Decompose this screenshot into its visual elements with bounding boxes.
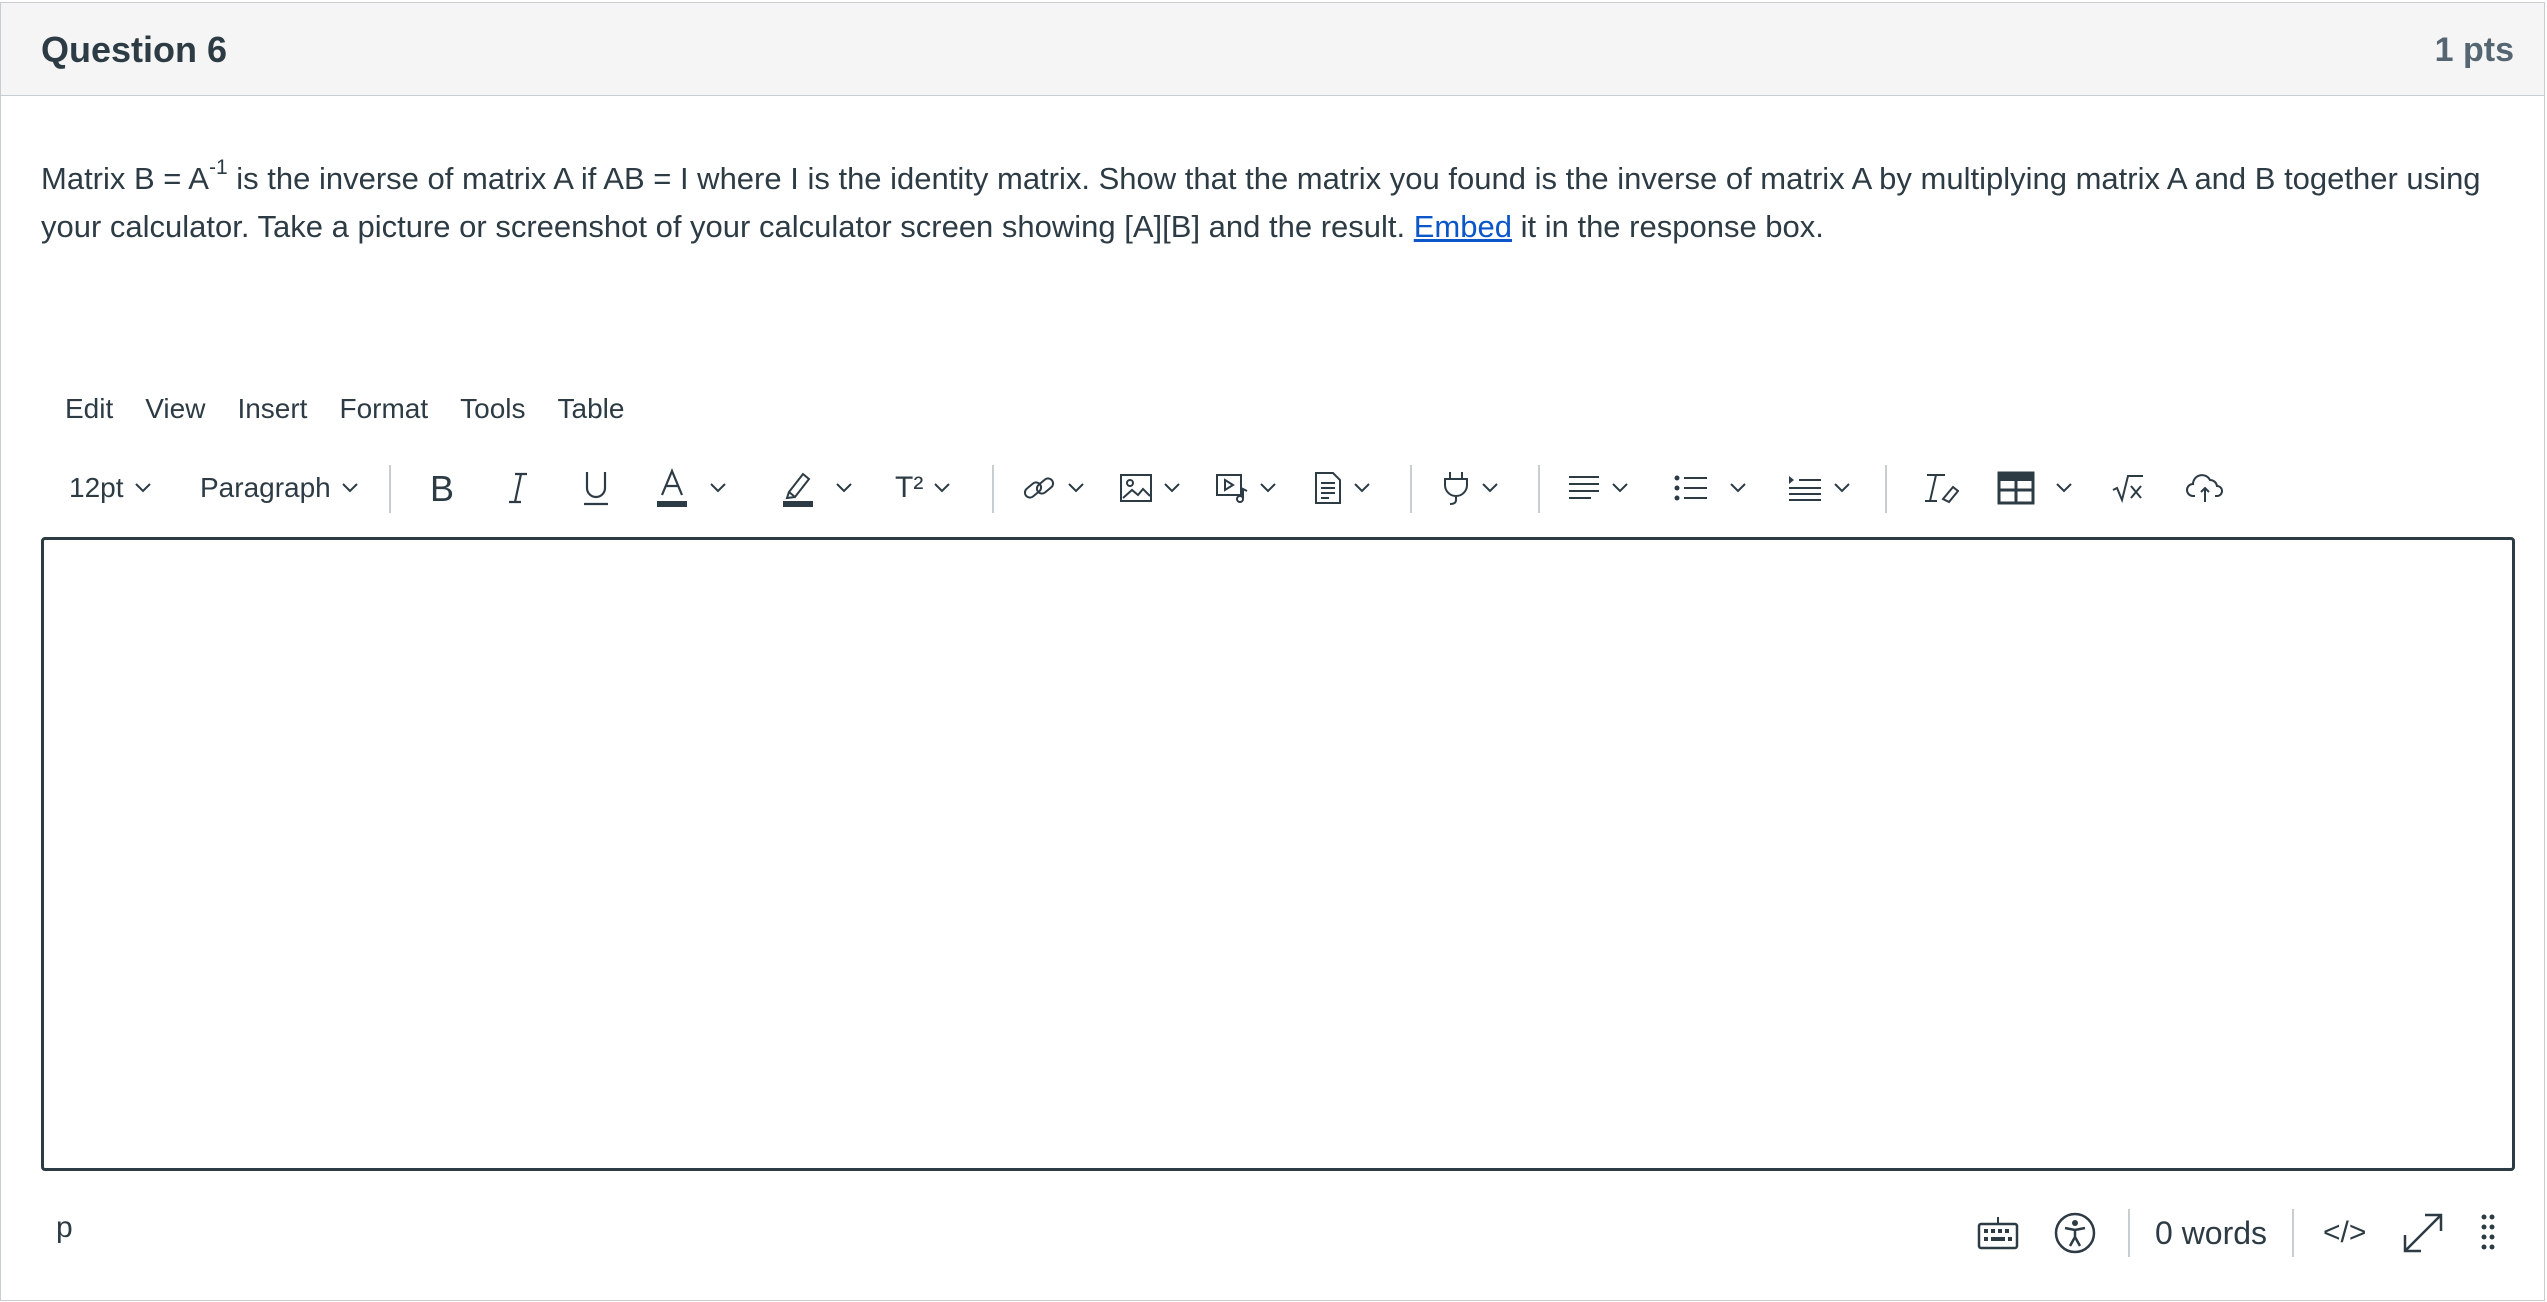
toolbar-divider (1885, 465, 1887, 513)
upload-cloud-button[interactable] (2185, 461, 2225, 515)
image-icon (1120, 474, 1152, 502)
block-format-value: Paragraph (200, 472, 331, 503)
plugin-button[interactable] (1441, 461, 1499, 515)
html-code-icon: </> (2323, 1216, 2367, 1249)
word-count-label: 0 words (2155, 1214, 2268, 1251)
underline-icon (584, 472, 608, 506)
chevron-down-icon (710, 483, 726, 493)
indent-icon (1789, 476, 1821, 501)
toolbar-divider (1410, 465, 1412, 513)
menu-view[interactable]: View (145, 393, 205, 433)
menu-edit[interactable]: Edit (65, 393, 113, 433)
link-button[interactable] (1021, 461, 1085, 515)
chevron-down-icon (836, 483, 852, 493)
superscript-button[interactable]: T² (895, 461, 951, 515)
question-text: Matrix B = A-1 is the inverse of matrix … (41, 155, 2511, 251)
embed-link[interactable]: Embed (1414, 209, 1512, 244)
response-editor[interactable] (41, 537, 2515, 1171)
menu-insert[interactable]: Insert (237, 393, 307, 433)
font-size-value: 12pt (69, 472, 124, 503)
word-count[interactable]: 0 words (2155, 1193, 2267, 1273)
chevron-down-icon (1068, 483, 1084, 493)
chevron-down-icon (1164, 483, 1180, 493)
toolbar-divider (389, 465, 391, 513)
table-icon (1997, 471, 2035, 505)
chevron-down-icon (342, 483, 358, 493)
question-text-part2: is the inverse of matrix A if AB = I whe… (41, 161, 2481, 244)
chevron-down-icon (2056, 483, 2072, 493)
italic-icon (509, 472, 527, 504)
underline-button[interactable] (581, 461, 611, 515)
editor-statusbar: p 0 words </> (1, 1193, 2546, 1273)
document-button[interactable] (1313, 461, 1371, 515)
superscript-icon: T² (895, 471, 924, 504)
text-color-icon (657, 468, 687, 507)
expand-icon (2403, 1213, 2443, 1253)
media-button[interactable] (1215, 461, 1277, 515)
table-button[interactable] (1997, 461, 2073, 515)
question-points: 1 pts (2434, 31, 2514, 69)
clear-format-icon (1925, 474, 1959, 504)
chevron-down-icon (1612, 483, 1628, 493)
resize-handle[interactable] (2480, 1193, 2496, 1273)
link-icon (1023, 477, 1055, 499)
chevron-down-icon (134, 483, 151, 493)
clear-formatting-button[interactable] (1923, 461, 1959, 515)
svg-text:B: B (430, 470, 454, 506)
highlight-icon (783, 472, 813, 507)
indent-button[interactable] (1787, 461, 1851, 515)
media-icon (1216, 474, 1248, 503)
align-icon (1569, 476, 1599, 499)
element-path[interactable]: p (56, 1211, 73, 1245)
text-color-button[interactable] (655, 461, 727, 515)
question-title: Question 6 (41, 29, 228, 70)
upload-cloud-icon (2186, 474, 2223, 502)
question-text-part3: it in the response box. (1511, 209, 1824, 244)
highlight-color-button[interactable] (781, 461, 853, 515)
accessibility-checker-button[interactable] (2054, 1193, 2096, 1273)
italic-button[interactable] (505, 461, 531, 515)
keyboard-shortcuts-button[interactable] (1977, 1193, 2019, 1273)
editor-menubar: Edit View Insert Format Tools Table (65, 393, 656, 433)
chevron-down-icon (934, 483, 951, 493)
image-button[interactable] (1119, 461, 1181, 515)
equation-button[interactable] (2111, 461, 2145, 515)
statusbar-divider (2292, 1209, 2294, 1257)
chevron-down-icon (1260, 483, 1276, 493)
toolbar-divider (992, 465, 994, 513)
menu-tools[interactable]: Tools (460, 393, 525, 433)
font-size-dropdown[interactable]: 12pt (69, 461, 152, 515)
drag-handle-icon (2481, 1214, 2495, 1250)
bullet-list-icon (1674, 475, 1707, 501)
editor-toolbar: 12pt Paragraph B T² (61, 461, 2501, 515)
document-icon (1315, 472, 1341, 504)
menu-table[interactable]: Table (558, 393, 625, 433)
inverse-superscript: -1 (208, 155, 228, 179)
block-format-dropdown[interactable]: Paragraph (200, 461, 359, 515)
question-header: Question 6 1 pts (1, 3, 2544, 96)
equation-icon (2112, 475, 2143, 504)
keyboard-icon (1977, 1217, 2019, 1250)
question-card: Question 6 1 pts Matrix B = A-1 is the i… (0, 2, 2545, 1301)
chevron-down-icon (1482, 483, 1498, 493)
bold-icon: B (430, 470, 454, 506)
question-text-part1: Matrix B = A (41, 161, 209, 196)
statusbar-divider (2128, 1209, 2130, 1257)
fullscreen-button[interactable] (2401, 1193, 2445, 1273)
accessibility-icon (2054, 1212, 2096, 1254)
bold-button[interactable]: B (427, 461, 457, 515)
chevron-down-icon (1730, 483, 1746, 493)
align-button[interactable] (1567, 461, 1629, 515)
chevron-down-icon (1834, 483, 1850, 493)
toolbar-divider (1538, 465, 1540, 513)
menu-format[interactable]: Format (339, 393, 428, 433)
html-editor-toggle[interactable]: </> (2323, 1193, 2366, 1273)
plugin-icon (1444, 472, 1468, 505)
chevron-down-icon (1354, 483, 1370, 493)
bullet-list-button[interactable] (1673, 461, 1747, 515)
